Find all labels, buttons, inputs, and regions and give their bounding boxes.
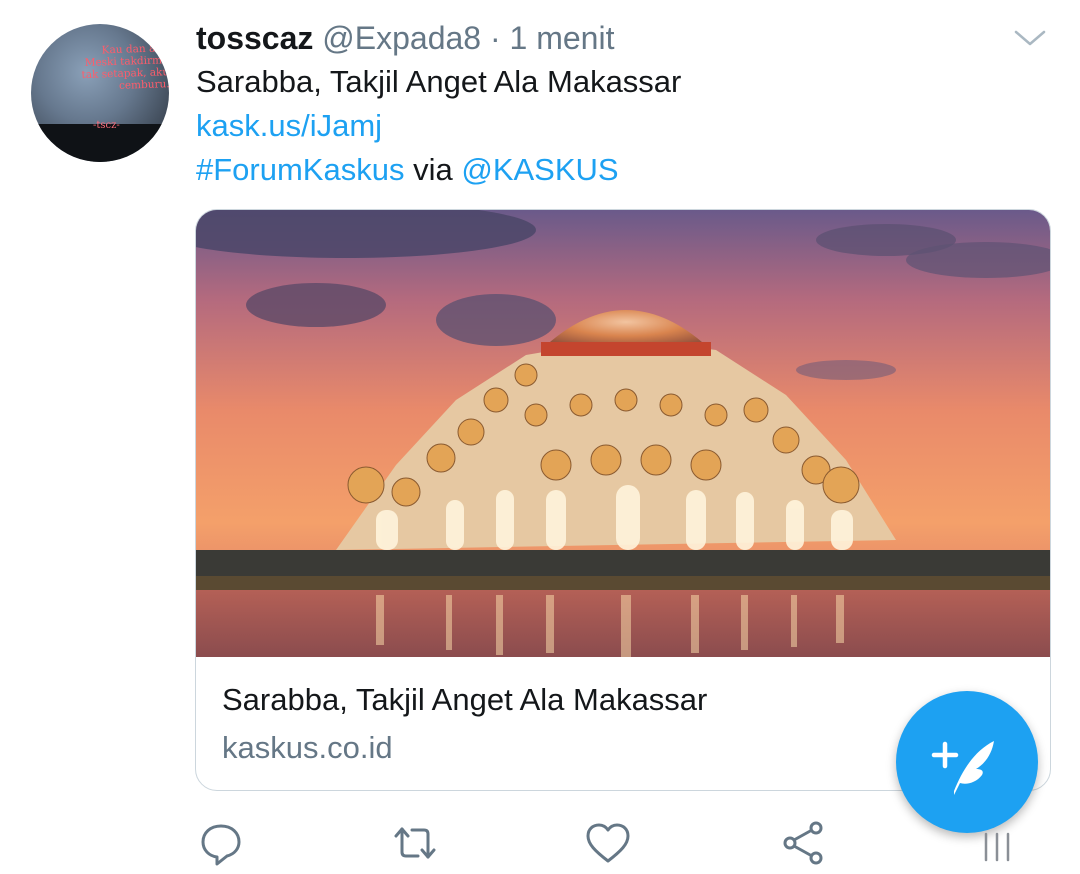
card-image[interactable]: [196, 210, 1050, 657]
avatar-signature: -tscz-: [93, 120, 120, 131]
via-text: via: [413, 152, 453, 187]
avatar-quote-text: Kau dan aku Meski takdirmu tak setapak, …: [81, 42, 169, 92]
card-title: Sarabba, Takjil Anget Ala Makassar: [222, 682, 708, 717]
recent-apps-nav-icon[interactable]: [982, 830, 1012, 864]
compose-tweet-icon: [931, 741, 994, 795]
tweet-short-link[interactable]: kask.us/iJamj: [196, 106, 382, 146]
share-icon[interactable]: [778, 818, 828, 868]
reply-icon[interactable]: [196, 818, 246, 868]
time-separator: ·: [489, 20, 501, 56]
card-domain: kaskus.co.id: [222, 730, 393, 765]
handle[interactable]: @Expada8: [322, 20, 481, 56]
tweet-tags-line: #ForumKaskus via @KASKUS: [196, 150, 619, 190]
mention-link[interactable]: @KASKUS: [461, 152, 618, 187]
chevron-down-icon[interactable]: [1012, 24, 1048, 52]
hashtag-link[interactable]: #ForumKaskus: [196, 152, 404, 187]
compose-tweet-button[interactable]: [896, 691, 1038, 833]
timestamp[interactable]: 1 menit: [510, 20, 615, 56]
display-name[interactable]: tosscaz: [196, 20, 313, 56]
tweet-text: Sarabba, Takjil Anget Ala Makassar: [196, 64, 682, 99]
avatar[interactable]: Kau dan aku Meski takdirmu tak setapak, …: [31, 24, 169, 162]
tweet-header: tosscaz @Expada8 · 1 menit: [196, 17, 614, 59]
like-icon[interactable]: [583, 818, 633, 868]
retweet-icon[interactable]: [390, 818, 440, 868]
